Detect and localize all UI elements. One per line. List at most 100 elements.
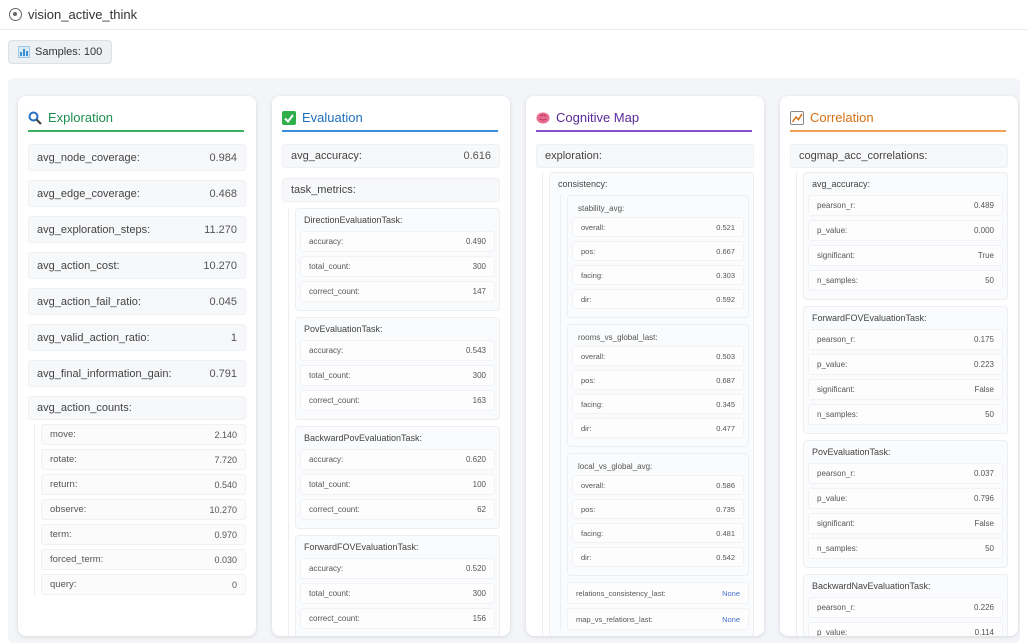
consistency-list: stability_avg: overall: 0.521 pos: 0.667 f… — [560, 195, 749, 630]
metric-key: pearson_r: — [817, 469, 856, 478]
exploration-header: exploration: — [536, 144, 754, 168]
metric-value: True — [977, 251, 994, 260]
metric-key: correct_count: — [309, 396, 360, 405]
list-item: n_samples: 50 — [808, 538, 1003, 559]
group-name: ForwardFOVEvaluationTask: — [812, 313, 927, 323]
metric-key: n_samples: — [817, 276, 858, 285]
list-item: total_count: 100 — [300, 474, 495, 495]
list-item: map_vs_relations_last: None — [567, 608, 749, 630]
list-item: overall: 0.586 — [572, 475, 744, 495]
metric-value: 10.270 — [203, 259, 237, 272]
metric-value: 100 — [472, 480, 486, 489]
metric-key: correct_count: — [309, 287, 360, 296]
cognitive-map-body: exploration: consistency: stability_avg:… — [536, 144, 754, 636]
metric-key: accuracy: — [309, 346, 344, 355]
metric-key: pearson_r: — [817, 335, 856, 344]
list-item: overall: 0.521 — [572, 217, 744, 237]
metric-value: 0.984 — [209, 151, 237, 164]
cogmap-exploration-list: consistency: stability_avg: overall: 0.52… — [542, 172, 754, 636]
metric-row: avg_edge_coverage: 0.468 — [28, 180, 246, 207]
action-counts-header: avg_action_counts: — [28, 396, 246, 420]
metric-key: pearson_r: — [817, 603, 856, 612]
metric-value: 0.586 — [716, 480, 735, 490]
metric-value: 0.345 — [716, 399, 735, 409]
list-item: term: 0.970 — [41, 524, 246, 545]
metric-value: 300 — [472, 371, 486, 380]
list-item: accuracy: 0.620 — [300, 449, 495, 470]
metric-key: accuracy: — [309, 455, 344, 464]
metric-value: 50 — [985, 276, 994, 285]
metric-value: 0.175 — [973, 335, 994, 344]
metric-value: 0.735 — [716, 504, 735, 514]
exploration-title-text: Exploration — [48, 110, 114, 125]
group-name: avg_accuracy: — [812, 179, 871, 189]
task-box: ForwardFOVEvaluationTask: accuracy: 0.520… — [295, 535, 500, 636]
metric-key: overall: — [581, 351, 606, 361]
metric-value: 0.520 — [465, 564, 486, 573]
metric-key: avg_accuracy: — [291, 150, 362, 162]
list-item: forced_term: 0.030 — [41, 549, 246, 570]
evaluation-body: avg_accuracy: 0.616 task_metrics: Directi… — [282, 144, 500, 636]
list-item: p_value: 0.796 — [808, 488, 1003, 509]
metric-key: observe: — [50, 504, 87, 515]
bar-chart-icon — [18, 46, 30, 58]
samples-badge: Samples: 100 — [8, 40, 113, 64]
list-item: correct_count: 62 — [300, 499, 495, 520]
list-item: p_value: 0.114 — [808, 622, 1003, 636]
group-box: BackwardNavEvaluationTask: pearson_r: 0.2… — [803, 574, 1008, 636]
exploration-title: Exploration — [28, 105, 244, 132]
list-item: dir: 0.592 — [572, 289, 744, 309]
cognitive-map-card: Cognitive Map exploration: consistency: … — [526, 96, 764, 636]
list-item: significant: True — [808, 245, 1003, 266]
list-item: pos: 0.667 — [572, 241, 744, 261]
metric-key: accuracy: — [309, 237, 344, 246]
task-box: DirectionEvaluationTask: accuracy: 0.490 … — [295, 208, 500, 311]
metric-value: 300 — [472, 262, 486, 271]
metric-value: 0.592 — [716, 294, 735, 304]
list-item: query: 0 — [41, 574, 246, 595]
cognitive-map-title: Cognitive Map — [536, 105, 752, 132]
group-box: stability_avg: overall: 0.521 pos: 0.667 f… — [567, 195, 749, 318]
metric-key: correct_count: — [309, 614, 360, 623]
metric-value: 0.481 — [716, 528, 735, 538]
metric-value: 0.542 — [716, 552, 735, 562]
metric-key: dir: — [581, 294, 592, 304]
correlations-list: avg_accuracy: pearson_r: 0.489 p_value: 0.… — [796, 172, 1008, 636]
metric-key: p_value: — [817, 628, 848, 636]
group-box: avg_accuracy: pearson_r: 0.489 p_value: 0.… — [803, 172, 1008, 300]
metric-key: n_samples: — [817, 410, 858, 419]
metric-key: relations_consistency_last: — [576, 588, 666, 598]
list-item: relations_consistency_last: None — [567, 582, 749, 604]
checkbox-icon — [282, 110, 296, 125]
metric-value: False — [974, 519, 994, 528]
list-item: pos: 0.687 — [572, 370, 744, 390]
metric-value: 0.616 — [463, 150, 491, 162]
metric-key: query: — [50, 579, 77, 590]
metric-value: 0.000 — [973, 226, 994, 235]
radio-target-icon — [9, 8, 22, 21]
list-item: dir: 0.542 — [572, 547, 744, 567]
metric-key: forced_term: — [50, 554, 104, 565]
group-box: rooms_vs_global_last: overall: 0.503 pos:… — [567, 324, 749, 447]
metric-row: avg_accuracy: 0.616 — [282, 144, 500, 168]
metric-value: 0.045 — [209, 295, 237, 308]
metric-value: 0.489 — [973, 201, 994, 210]
consistency-box: consistency: stability_avg: overall: 0.52… — [549, 172, 754, 636]
task-box: PovEvaluationTask: accuracy: 0.543 total_… — [295, 317, 500, 420]
metric-value: 0.521 — [716, 222, 735, 232]
group-name: local_vs_global_avg: — [578, 462, 653, 471]
metric-key: move: — [50, 429, 76, 440]
metric-key: dir: — [581, 552, 592, 562]
metric-value: 300 — [472, 589, 486, 598]
app-title: vision_active_think — [28, 7, 138, 22]
list-item: n_samples: 50 — [808, 270, 1003, 291]
task-metrics-list: DirectionEvaluationTask: accuracy: 0.490 … — [288, 208, 500, 636]
metric-key: p_value: — [817, 226, 848, 235]
list-item: pearson_r: 0.489 — [808, 195, 1003, 216]
metric-key: pos: — [581, 504, 596, 514]
metric-key: p_value: — [817, 494, 848, 503]
metric-key: significant: — [817, 519, 855, 528]
correlation-title-text: Correlation — [810, 110, 874, 125]
metric-key: avg_node_coverage: — [37, 151, 140, 164]
list-item: move: 2.140 — [41, 424, 246, 445]
